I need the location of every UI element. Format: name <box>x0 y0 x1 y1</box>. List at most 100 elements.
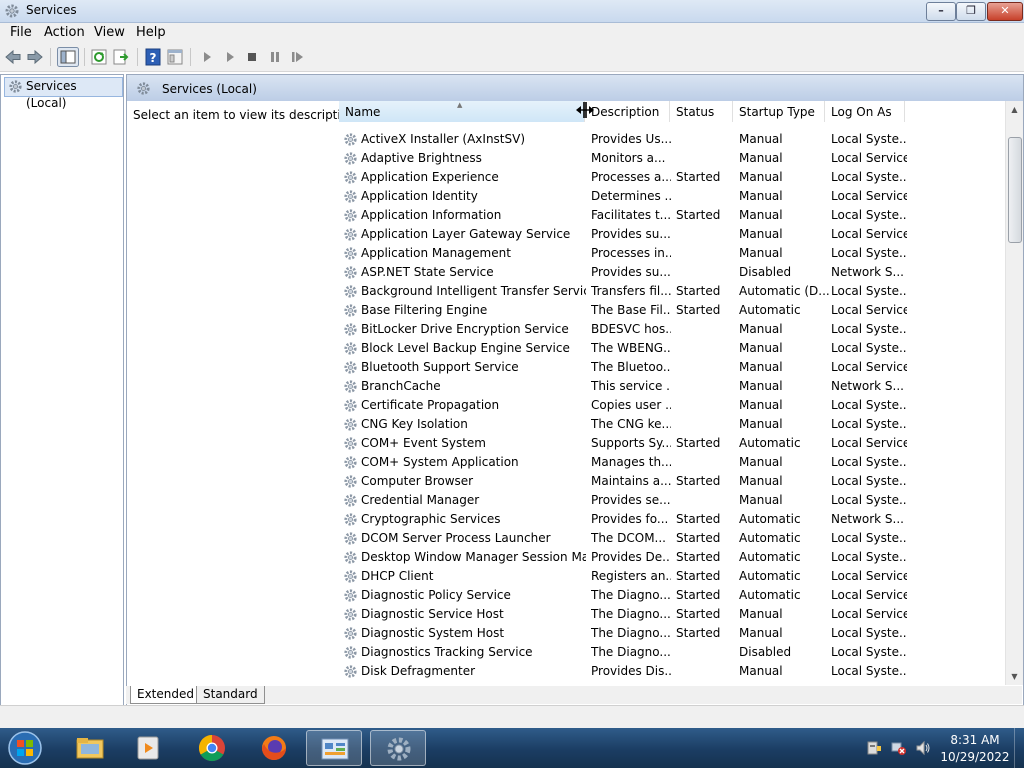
column-header-log-on-as[interactable]: Log On As <box>825 101 905 122</box>
menu-action[interactable]: Action <box>42 25 87 40</box>
service-row[interactable]: Block Level Backup Engine Service The WBE… <box>339 339 1019 358</box>
service-row[interactable]: Desktop Window Manager Session Man... Pro… <box>339 548 1019 567</box>
service-row[interactable]: Diagnostic System Host The Diagno... Start… <box>339 624 1019 643</box>
cell-name: DHCP Client <box>361 569 434 583</box>
network-disconnected-icon[interactable] <box>891 740 907 756</box>
start-button-windows-icon[interactable] <box>6 730 44 766</box>
help-icon[interactable]: ? <box>144 48 162 66</box>
column-header-startup-type[interactable]: Startup Type <box>733 101 825 122</box>
service-row[interactable]: Bluetooth Support Service The Bluetoo... M… <box>339 358 1019 377</box>
service-row[interactable]: Base Filtering Engine The Base Fil... Star… <box>339 301 1019 320</box>
service-gear-icon <box>344 228 357 241</box>
show-desktop-button[interactable] <box>1014 728 1024 768</box>
stop-service-icon[interactable] <box>243 48 261 66</box>
column-header-description[interactable]: Description <box>585 101 670 122</box>
service-row[interactable]: Diagnostics Tracking Service The Diagno..… <box>339 643 1019 662</box>
cell-log-on-as: Local Service <box>831 588 907 602</box>
tab-extended[interactable]: Extended <box>130 686 201 704</box>
clock-date[interactable]: 10/29/2022 <box>940 750 1010 764</box>
restart-service-icon[interactable] <box>289 48 307 66</box>
service-row[interactable]: BitLocker Drive Encryption Service BDESVC… <box>339 320 1019 339</box>
cell-log-on-as: Local Syste... <box>831 455 907 469</box>
taskbar-services[interactable] <box>370 730 426 766</box>
menu-help[interactable]: Help <box>134 25 168 40</box>
cell-log-on-as: Local Service <box>831 607 907 621</box>
volume-speaker-icon[interactable] <box>915 740 931 756</box>
firefox-icon <box>262 736 286 760</box>
tab-standard[interactable]: Standard <box>196 686 265 704</box>
start-service-icon[interactable] <box>198 48 216 66</box>
service-row[interactable]: DCOM Server Process Launcher The DCOM... S… <box>339 529 1019 548</box>
service-row[interactable]: Application Management Processes in... Man… <box>339 244 1019 263</box>
service-row[interactable]: BranchCache This service ... Manual Network… <box>339 377 1019 396</box>
cell-description: Processes a... <box>591 170 671 184</box>
pause-service-icon[interactable] <box>266 48 284 66</box>
service-row[interactable]: COM+ System Application Manages th... Manu… <box>339 453 1019 472</box>
console-tree: Services (Local) <box>0 74 124 706</box>
maximize-button[interactable]: ❐ <box>956 2 986 21</box>
scroll-down-icon[interactable]: ▼ <box>1006 668 1023 685</box>
vertical-scrollbar[interactable]: ▲ ▼ <box>1005 101 1023 685</box>
cell-description: Supports Sy... <box>591 436 671 450</box>
service-row[interactable]: ASP.NET State Service Provides su... Disab… <box>339 263 1019 282</box>
service-row[interactable]: Credential Manager Provides se... Manual Lo… <box>339 491 1019 510</box>
column-header-name[interactable]: ▲ Name <box>339 101 585 122</box>
service-gear-icon <box>344 361 357 374</box>
clock-time[interactable]: 8:31 AM <box>940 733 1010 747</box>
forward-arrow-icon[interactable] <box>26 48 44 66</box>
export-list-icon[interactable] <box>112 48 130 66</box>
service-gear-icon <box>344 589 357 602</box>
taskbar-explorer[interactable] <box>62 730 118 766</box>
service-row[interactable]: Diagnostic Service Host The Diagno... Star… <box>339 605 1019 624</box>
cell-log-on-as: Local Service <box>831 569 907 583</box>
minimize-button[interactable]: – <box>926 2 956 21</box>
service-row[interactable]: Application Experience Processes a... Star… <box>339 168 1019 187</box>
cell-log-on-as: Local Syste... <box>831 626 907 640</box>
service-row[interactable]: Certificate Propagation Copies user ... Ma… <box>339 396 1019 415</box>
cell-name: ActiveX Installer (AxInstSV) <box>361 132 526 146</box>
service-row[interactable]: Cryptographic Services Provides fo... Star… <box>339 510 1019 529</box>
service-row[interactable]: CNG Key Isolation The CNG ke... Manual Loca… <box>339 415 1019 434</box>
tree-node-services-local[interactable]: Services (Local) <box>4 77 123 110</box>
column-header-status[interactable]: Status <box>670 101 733 122</box>
service-row[interactable]: Application Layer Gateway Service Provide… <box>339 225 1019 244</box>
scrollbar-thumb[interactable] <box>1008 137 1022 243</box>
scroll-up-icon[interactable]: ▲ <box>1006 101 1023 118</box>
cell-startup-type: Manual <box>739 360 783 374</box>
service-row[interactable]: Background Intelligent Transfer Service T… <box>339 282 1019 301</box>
cell-description: Provides Us... <box>591 132 671 146</box>
service-row[interactable]: Application Identity Determines ... Manual… <box>339 187 1019 206</box>
service-row[interactable]: Application Information Facilitates t... S… <box>339 206 1019 225</box>
cell-startup-type: Automatic <box>739 550 801 564</box>
refresh-icon[interactable] <box>90 48 108 66</box>
start-service-alt-icon[interactable] <box>221 48 239 66</box>
properties-icon[interactable] <box>166 48 184 66</box>
service-row[interactable]: Computer Browser Maintains a... Started Man… <box>339 472 1019 491</box>
menu-view[interactable]: View <box>92 25 127 40</box>
menu-file[interactable]: File <box>8 25 34 40</box>
close-button[interactable]: ✕ <box>987 2 1023 21</box>
service-row[interactable]: COM+ Event System Supports Sy... Started Au… <box>339 434 1019 453</box>
service-row[interactable]: Diagnostic Policy Service The Diagno... St… <box>339 586 1019 605</box>
show-hide-console-tree-icon[interactable] <box>57 47 79 67</box>
cell-status: Started <box>676 550 721 564</box>
cell-name: BranchCache <box>361 379 441 393</box>
cell-startup-type: Manual <box>739 341 783 355</box>
service-row[interactable]: DHCP Client Registers an... Started Automat… <box>339 567 1019 586</box>
service-row[interactable]: Disk Defragmenter Provides Dis... Manual Lo… <box>339 662 1019 681</box>
pane-title: Services (Local) <box>162 82 257 96</box>
service-row[interactable]: ActiveX Installer (AxInstSV) Provides Us.… <box>339 130 1019 149</box>
cell-startup-type: Manual <box>739 607 783 621</box>
cell-name: COM+ System Application <box>361 455 519 469</box>
taskbar-media-player[interactable] <box>122 730 178 766</box>
taskbar-control-panel[interactable] <box>306 730 362 766</box>
services-list[interactable]: ▲ Name Description Status Startup Type L… <box>339 101 1023 685</box>
service-row[interactable]: Adaptive Brightness Monitors a... Manual Lo… <box>339 149 1019 168</box>
action-center-flag-icon[interactable] <box>866 740 882 756</box>
cell-description: The Diagno... <box>591 645 671 659</box>
service-gear-icon <box>344 627 357 640</box>
taskbar-firefox[interactable] <box>246 730 302 766</box>
details-pane: Services (Local) Select an item to view … <box>126 74 1024 706</box>
back-arrow-icon[interactable] <box>4 48 22 66</box>
taskbar-chrome[interactable] <box>184 730 240 766</box>
